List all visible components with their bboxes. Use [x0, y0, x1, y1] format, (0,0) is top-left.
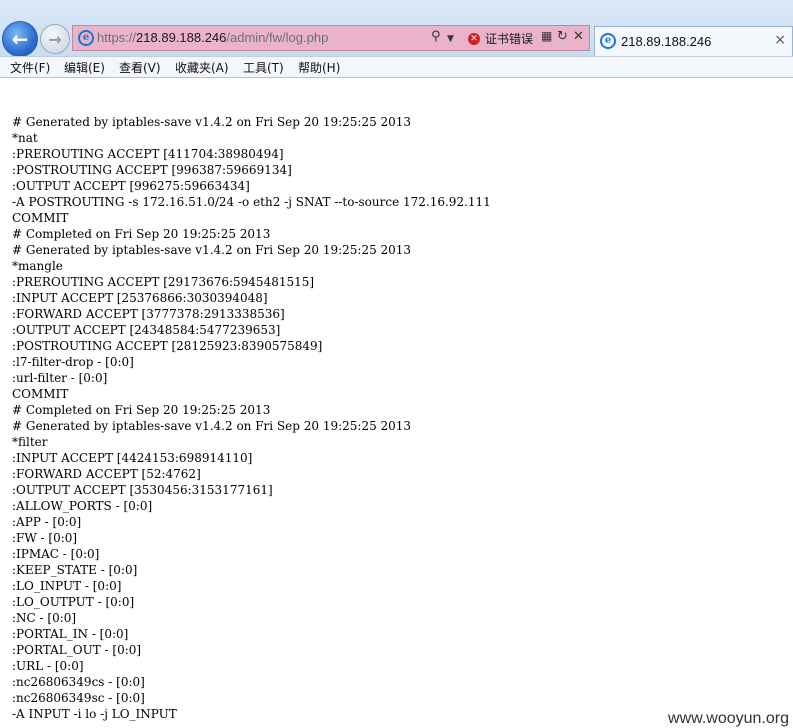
- cert-error-button[interactable]: ✕ 证书错误: [468, 30, 533, 47]
- log-line: COMMIT: [12, 211, 69, 225]
- log-content: # Generated by iptables-save v1.4.2 on F…: [12, 114, 782, 722]
- log-line: # Completed on Fri Sep 20 19:25:25 2013: [12, 403, 271, 417]
- log-line: :PORTAL_IN - [0:0]: [12, 627, 129, 641]
- log-line: :POSTROUTING ACCEPT [996387:59669134]: [12, 163, 292, 177]
- log-line: :PREROUTING ACCEPT [411704:38980494]: [12, 147, 284, 161]
- log-line: :url-filter - [0:0]: [12, 371, 108, 385]
- log-line: :FW - [0:0]: [12, 531, 78, 545]
- log-line: :OUTPUT ACCEPT [996275:59663434]: [12, 179, 250, 193]
- address-bar[interactable]: e https://218.89.188.246/admin/fw/log.ph…: [72, 25, 590, 51]
- menu-bar: 文件(F) 编辑(E) 查看(V) 收藏夹(A) 工具(T) 帮助(H): [0, 56, 793, 78]
- back-arrow-icon: ←: [11, 27, 29, 51]
- forward-button[interactable]: →: [40, 24, 70, 54]
- tab-title: 218.89.188.246: [621, 34, 712, 49]
- compat-view-icon[interactable]: ▦: [541, 29, 552, 43]
- log-line: :nc26806349cs - [0:0]: [12, 675, 145, 689]
- log-line: :FORWARD ACCEPT [52:4762]: [12, 467, 201, 481]
- log-line: :APP - [0:0]: [12, 515, 82, 529]
- log-line: *nat: [12, 131, 38, 145]
- log-line: :LO_OUTPUT - [0:0]: [12, 595, 135, 609]
- url-text[interactable]: https://218.89.188.246/admin/fw/log.php: [97, 30, 328, 45]
- log-line: :IPMAC - [0:0]: [12, 547, 100, 561]
- close-icon[interactable]: ×: [774, 32, 786, 48]
- log-line: :INPUT ACCEPT [25376866:3030394048]: [12, 291, 268, 305]
- log-line: # Generated by iptables-save v1.4.2 on F…: [12, 243, 412, 257]
- back-button[interactable]: ←: [2, 21, 38, 57]
- log-line: :nc26806349sc - [0:0]: [12, 691, 145, 705]
- log-line: *mangle: [12, 259, 63, 273]
- log-line: *filter: [12, 435, 48, 449]
- browser-chrome: ← → e https://218.89.188.246/admin/fw/lo…: [0, 0, 793, 57]
- search-icon[interactable]: ⚲: [431, 29, 441, 44]
- log-line: :LO_INPUT - [0:0]: [12, 579, 122, 593]
- log-line: -A POSTROUTING -s 172.16.51.0/24 -o eth2…: [12, 195, 491, 209]
- menu-favorites[interactable]: 收藏夹(A): [175, 59, 229, 76]
- log-line: # Generated by iptables-save v1.4.2 on F…: [12, 115, 412, 129]
- url-host: 218.89.188.246: [136, 30, 227, 45]
- cert-error-label: 证书错误: [485, 32, 534, 46]
- log-line: :INPUT ACCEPT [4424153:698914110]: [12, 451, 253, 465]
- log-line: :POSTROUTING ACCEPT [28125923:8390575849…: [12, 339, 323, 353]
- log-line: :PORTAL_OUT - [0:0]: [12, 643, 142, 657]
- log-line: :URL - [0:0]: [12, 659, 84, 673]
- url-prefix: https://: [97, 30, 137, 45]
- log-line: :PREROUTING ACCEPT [29173676:5945481515]: [12, 275, 315, 289]
- log-line: COMMIT: [12, 387, 69, 401]
- log-line: :OUTPUT ACCEPT [3530456:3153177161]: [12, 483, 273, 497]
- menu-help[interactable]: 帮助(H): [298, 59, 340, 76]
- log-line: # Generated by iptables-save v1.4.2 on F…: [12, 419, 412, 433]
- menu-file[interactable]: 文件(F): [10, 59, 50, 76]
- refresh-icon[interactable]: ↻: [557, 29, 568, 44]
- url-path: /admin/fw/log.php: [226, 30, 329, 45]
- watermark: www.wooyun.org: [668, 710, 789, 728]
- log-line: :FORWARD ACCEPT [3777378:2913338536]: [12, 307, 285, 321]
- log-line: :ALLOW_PORTS - [0:0]: [12, 499, 153, 513]
- log-line: :OUTPUT ACCEPT [24348584:5477239653]: [12, 323, 281, 337]
- menu-tools[interactable]: 工具(T): [243, 59, 284, 76]
- tab-current[interactable]: e 218.89.188.246 ×: [594, 26, 793, 56]
- menu-view[interactable]: 查看(V): [119, 59, 161, 76]
- log-line: -A INPUT -i lo -j LO_INPUT: [12, 707, 177, 721]
- menu-edit[interactable]: 编辑(E): [64, 59, 105, 76]
- stop-icon[interactable]: ✕: [573, 29, 584, 44]
- tab-ie-logo-icon: e: [600, 33, 616, 49]
- search-dropdown-icon[interactable]: ▼: [447, 34, 454, 44]
- log-line: :NC - [0:0]: [12, 611, 77, 625]
- log-line: # Completed on Fri Sep 20 19:25:25 2013: [12, 227, 271, 241]
- log-line: :KEEP_STATE - [0:0]: [12, 563, 138, 577]
- forward-arrow-icon: →: [48, 29, 62, 49]
- log-line: :l7-filter-drop - [0:0]: [12, 355, 134, 369]
- ie-logo-icon: e: [78, 30, 94, 46]
- cert-error-icon: ✕: [468, 32, 480, 45]
